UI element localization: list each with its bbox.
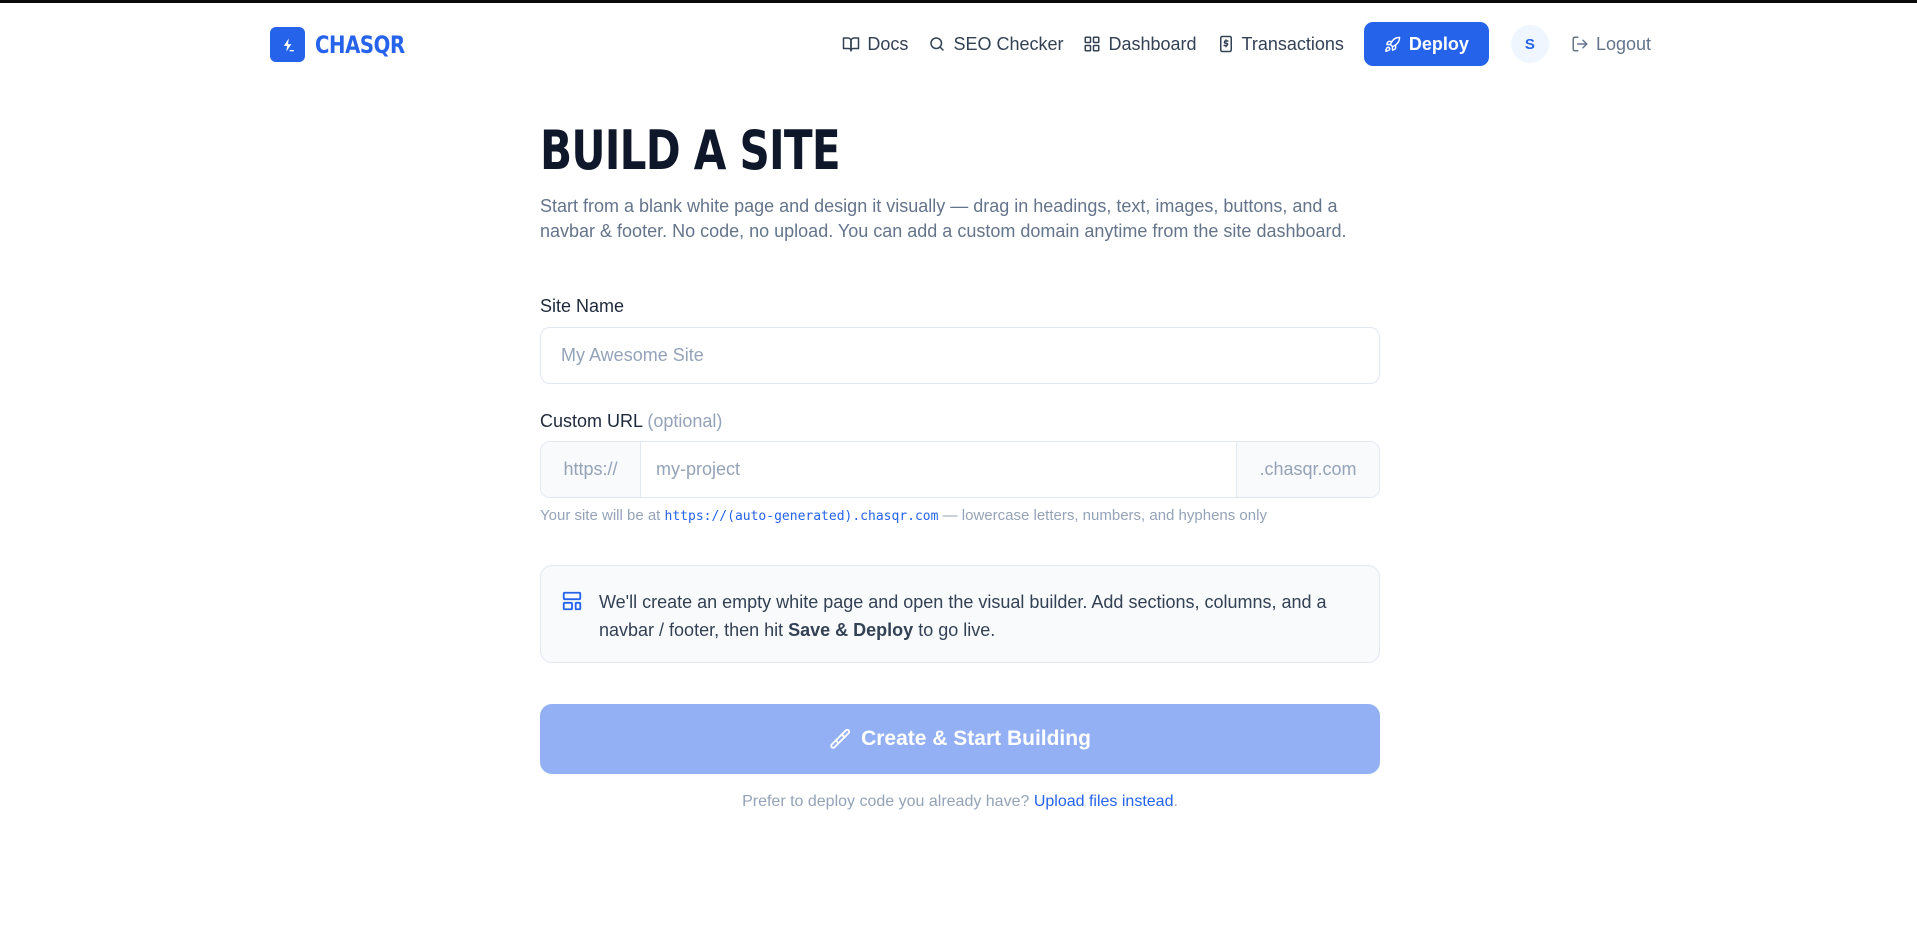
paintbrush-icon xyxy=(830,728,851,749)
nav-dashboard[interactable]: Dashboard xyxy=(1083,33,1197,55)
helper-before: Your site will be at xyxy=(540,507,665,524)
nav-seo-label: SEO Checker xyxy=(953,33,1064,54)
helper-url-preview: https://(auto-generated).chasqr.com xyxy=(664,509,939,524)
optional-tag: (optional) xyxy=(647,411,723,431)
custom-url-field: https:// .chasqr.com xyxy=(540,441,1380,498)
info-text-after: to go live. xyxy=(913,620,996,640)
brand-logo[interactable]: CHASQR xyxy=(270,27,424,62)
info-text-bold: Save & Deploy xyxy=(788,620,914,640)
search-icon xyxy=(930,37,945,51)
custom-url-input[interactable] xyxy=(641,442,1236,497)
logout-label: Logout xyxy=(1595,33,1651,54)
helper-after: — lowercase letters, numbers, and hyphen… xyxy=(938,507,1267,524)
user-avatar[interactable]: S xyxy=(1510,25,1549,63)
page-title: BUILD A SITE xyxy=(540,119,841,182)
lightning-terminal-icon xyxy=(270,27,305,62)
site-name-input[interactable] xyxy=(541,328,1379,383)
layout-grid-icon xyxy=(1084,36,1100,52)
build-site-form: BUILD A SITE Start from a blank white pa… xyxy=(540,118,1380,810)
receipt-icon xyxy=(1219,35,1232,53)
site-name-field xyxy=(540,327,1380,384)
page-subtitle: Start from a blank white page and design… xyxy=(540,196,1347,241)
log-out-icon xyxy=(1572,36,1588,52)
url-helper-text: Your site will be at https://(auto-gener… xyxy=(540,507,1267,524)
nav-dashboard-label: Dashboard xyxy=(1108,33,1197,54)
nav-transactions[interactable]: Transactions xyxy=(1217,34,1344,55)
bottom-text-prefix: Prefer to deploy code you already have? xyxy=(742,793,1034,810)
url-suffix: .chasqr.com xyxy=(1236,442,1379,497)
info-text: We'll create an empty white page and ope… xyxy=(599,588,1359,662)
site-name-label: Site Name xyxy=(540,296,625,316)
custom-url-label-text: Custom URL xyxy=(540,411,643,431)
nav-docs-label: Docs xyxy=(867,33,909,54)
info-box: We'll create an empty white page and ope… xyxy=(540,565,1380,663)
deploy-label: Deploy xyxy=(1408,33,1469,54)
nav-seo-checker[interactable]: SEO Checker xyxy=(928,34,1063,55)
upload-alternative-text: Prefer to deploy code you already have? … xyxy=(540,793,1380,811)
brand-name: CHASQR xyxy=(315,30,405,59)
rocket-icon xyxy=(1384,36,1401,52)
deploy-button[interactable]: Deploy xyxy=(1363,22,1489,66)
create-start-building-button[interactable]: Create & Start Building xyxy=(540,704,1380,774)
bottom-text-end: . xyxy=(1173,793,1178,810)
create-button-label: Create & Start Building xyxy=(861,727,1091,750)
upload-files-link[interactable]: Upload files instead xyxy=(1034,793,1174,810)
book-open-icon xyxy=(843,37,860,52)
custom-url-label: Custom URL (optional) xyxy=(540,411,722,432)
nav-transactions-label: Transactions xyxy=(1241,33,1344,54)
top-navbar: CHASQR Docs SEO Checker Dashboard Transa… xyxy=(0,3,1917,83)
url-prefix: https:// xyxy=(541,442,641,497)
nav-docs[interactable]: Docs xyxy=(842,34,908,55)
main-nav: Docs SEO Checker Dashboard Transactions xyxy=(822,22,1651,66)
layout-template-icon xyxy=(562,591,582,611)
logout-link[interactable]: Logout xyxy=(1571,34,1651,55)
